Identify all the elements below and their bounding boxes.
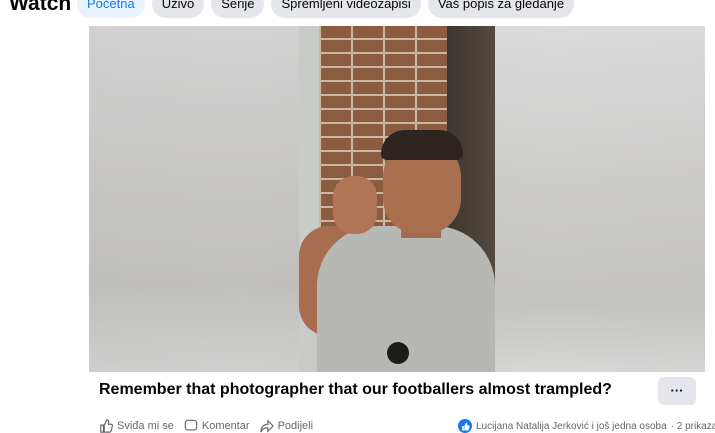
- views-count: · 2 prikaza: [670, 420, 715, 432]
- like-reaction-icon: [458, 419, 472, 433]
- video-player[interactable]: [89, 26, 705, 372]
- video-frame: [299, 26, 495, 372]
- person-hair: [381, 130, 463, 160]
- person-fist: [333, 176, 377, 234]
- share-icon: [259, 419, 274, 433]
- tab-live[interactable]: Uživo: [151, 0, 205, 18]
- video-blur-left: [89, 26, 299, 372]
- watch-tabs: Početna Uživo Serije Spremljeni videozap…: [77, 0, 575, 18]
- reactions-summary[interactable]: Lucijana Natalija Jerković i još jedna o…: [458, 419, 715, 433]
- app-title: Watch: [9, 0, 72, 15]
- tab-saved-videos[interactable]: Spremljeni videozapisi: [271, 0, 421, 18]
- post-actions: Sviđa mi se Komentar Podijeli: [99, 419, 313, 433]
- share-button[interactable]: Podijeli: [259, 419, 314, 433]
- reactions-text: Lucijana Natalija Jerković i još jedna o…: [476, 420, 667, 432]
- post-title[interactable]: Remember that photographer that our foot…: [99, 380, 612, 400]
- comment-icon: [184, 419, 198, 431]
- comment-label: Komentar: [201, 420, 250, 432]
- more-options-button[interactable]: ···: [658, 377, 696, 405]
- video-blur-right: [495, 26, 705, 372]
- thumbs-up-icon: [100, 419, 113, 433]
- wristwatch: [387, 342, 409, 364]
- share-label: Podijeli: [277, 420, 314, 432]
- tab-home[interactable]: Početna: [77, 0, 145, 18]
- like-button[interactable]: Sviđa mi se: [99, 419, 174, 433]
- comment-button[interactable]: Komentar: [184, 419, 250, 433]
- tab-shows[interactable]: Serije: [211, 0, 265, 18]
- tab-watchlist[interactable]: Vaš popis za gledanje: [427, 0, 575, 18]
- like-label: Sviđa mi se: [117, 420, 174, 432]
